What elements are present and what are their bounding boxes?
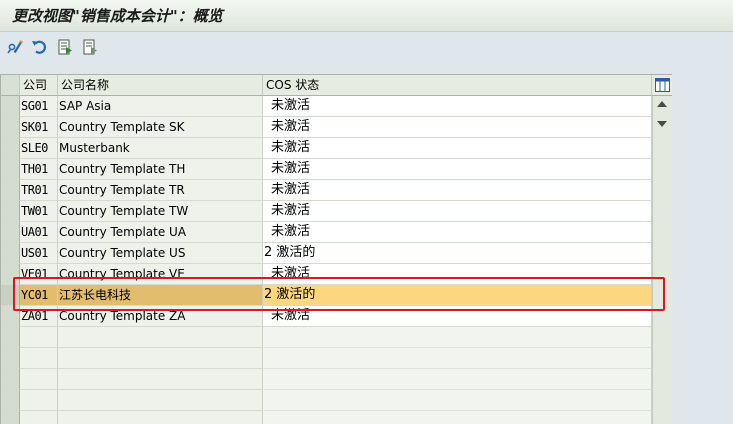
- cos-status-cell: [263, 369, 652, 390]
- company-code-cell: TR01: [20, 180, 58, 201]
- company-name-cell: Country Template TH: [58, 159, 263, 180]
- cos-status-cell[interactable]: 2 激活的: [263, 285, 652, 306]
- table-row[interactable]: [1, 411, 652, 424]
- company-name-cell: Country Template VE: [58, 264, 263, 285]
- table-row[interactable]: SK01 Country Template SK 未激活: [1, 117, 652, 138]
- cos-status-cell[interactable]: 未激活: [263, 222, 652, 243]
- table-row[interactable]: [1, 369, 652, 390]
- row-selector[interactable]: [1, 159, 20, 180]
- cos-status-cell[interactable]: 2 激活的: [263, 243, 652, 264]
- row-selector[interactable]: [1, 369, 20, 390]
- cos-status-cell[interactable]: 未激活: [263, 264, 652, 285]
- scroll-up-icon[interactable]: [657, 101, 667, 107]
- company-name-cell: Country Template SK: [58, 117, 263, 138]
- company-name-cell: Country Template ZA: [58, 306, 263, 327]
- company-code-cell: UA01: [20, 222, 58, 243]
- row-selector[interactable]: [1, 327, 20, 348]
- select-all-column-header[interactable]: [1, 75, 20, 96]
- display-change-icon[interactable]: [6, 37, 26, 57]
- table-row[interactable]: ZA01 Country Template ZA 未激活: [1, 306, 652, 327]
- row-selector[interactable]: [1, 243, 20, 264]
- row-selector[interactable]: [1, 201, 20, 222]
- company-name-cell: [58, 390, 263, 411]
- company-name-cell: [58, 411, 263, 424]
- row-selector[interactable]: [1, 180, 20, 201]
- table-row[interactable]: SG01 SAP Asia 未激活: [1, 96, 652, 117]
- company-cos-table: 公司 公司名称 COS 状态 SG01 SAP Asia 未激活 SK01 Countr…: [0, 74, 672, 424]
- table-settings-button[interactable]: [652, 75, 672, 96]
- table-row[interactable]: US01 Country Template US 2 激活的: [1, 243, 652, 264]
- company-name-cell: [58, 348, 263, 369]
- company-code-cell: SLE0: [20, 138, 58, 159]
- company-name-cell: Country Template TR: [58, 180, 263, 201]
- company-name-cell: Country Template UA: [58, 222, 263, 243]
- company-code-cell: SK01: [20, 117, 58, 138]
- cos-status-cell: [263, 390, 652, 411]
- cos-status-cell: [263, 348, 652, 369]
- row-selector[interactable]: [1, 222, 20, 243]
- cos-status-cell[interactable]: 未激活: [263, 138, 652, 159]
- row-selector[interactable]: [1, 138, 20, 159]
- company-code-cell: TH01: [20, 159, 58, 180]
- deselect-all-icon[interactable]: [80, 37, 100, 57]
- table-row[interactable]: VE01 Country Template VE 未激活: [1, 264, 652, 285]
- column-header-company-name[interactable]: 公司名称: [58, 75, 263, 96]
- cos-status-cell[interactable]: 未激活: [263, 201, 652, 222]
- company-code-cell: SG01: [20, 96, 58, 117]
- company-name-cell: SAP Asia: [58, 96, 263, 117]
- toolbar: [0, 33, 733, 61]
- company-code-cell: TW01: [20, 201, 58, 222]
- company-name-cell: Country Template TW: [58, 201, 263, 222]
- company-code-cell: [20, 369, 58, 390]
- row-selector[interactable]: [1, 285, 20, 306]
- company-code-cell: US01: [20, 243, 58, 264]
- table-row[interactable]: [1, 327, 652, 348]
- company-code-cell: VE01: [20, 264, 58, 285]
- cos-status-cell: [263, 411, 652, 424]
- row-selector[interactable]: [1, 348, 20, 369]
- row-selector[interactable]: [1, 117, 20, 138]
- table-row[interactable]: SLE0 Musterbank 未激活: [1, 138, 652, 159]
- company-name-cell: 江苏长电科技: [58, 285, 263, 306]
- cos-status-cell[interactable]: 未激活: [263, 117, 652, 138]
- table-row[interactable]: UA01 Country Template UA 未激活: [1, 222, 652, 243]
- table-row[interactable]: TH01 Country Template TH 未激活: [1, 159, 652, 180]
- row-selector[interactable]: [1, 390, 20, 411]
- company-name-cell: Country Template US: [58, 243, 263, 264]
- row-selector[interactable]: [1, 264, 20, 285]
- row-selector[interactable]: [1, 306, 20, 327]
- window-title: 更改视图"销售成本会计"：概览: [12, 7, 223, 25]
- vertical-scrollbar[interactable]: [652, 96, 672, 424]
- column-header-company[interactable]: 公司: [20, 75, 58, 96]
- company-code-cell: [20, 390, 58, 411]
- cos-status-cell[interactable]: 未激活: [263, 306, 652, 327]
- company-name-cell: Musterbank: [58, 138, 263, 159]
- company-code-cell: YC01: [20, 285, 58, 306]
- select-all-icon[interactable]: [55, 37, 75, 57]
- cos-status-cell: [263, 327, 652, 348]
- cos-status-cell[interactable]: 未激活: [263, 180, 652, 201]
- undo-icon[interactable]: [30, 37, 50, 57]
- table-settings-icon: [654, 78, 670, 92]
- company-code-cell: [20, 411, 58, 424]
- table-row[interactable]: YC01 江苏长电科技 2 激活的: [1, 285, 652, 306]
- company-code-cell: ZA01: [20, 306, 58, 327]
- table-row[interactable]: TR01 Country Template TR 未激活: [1, 180, 652, 201]
- company-code-cell: [20, 348, 58, 369]
- cos-status-cell[interactable]: 未激活: [263, 159, 652, 180]
- company-name-cell: [58, 369, 263, 390]
- company-name-cell: [58, 327, 263, 348]
- company-code-cell: [20, 327, 58, 348]
- title-bar: 更改视图"销售成本会计"：概览: [0, 0, 733, 32]
- cos-status-cell[interactable]: 未激活: [263, 96, 652, 117]
- column-header-cos-status[interactable]: COS 状态: [263, 75, 652, 96]
- table-row[interactable]: TW01 Country Template TW 未激活: [1, 201, 652, 222]
- row-selector[interactable]: [1, 411, 20, 424]
- table-row[interactable]: [1, 348, 652, 369]
- scroll-down-icon[interactable]: [657, 121, 667, 127]
- row-selector[interactable]: [1, 96, 20, 117]
- table-row[interactable]: [1, 390, 652, 411]
